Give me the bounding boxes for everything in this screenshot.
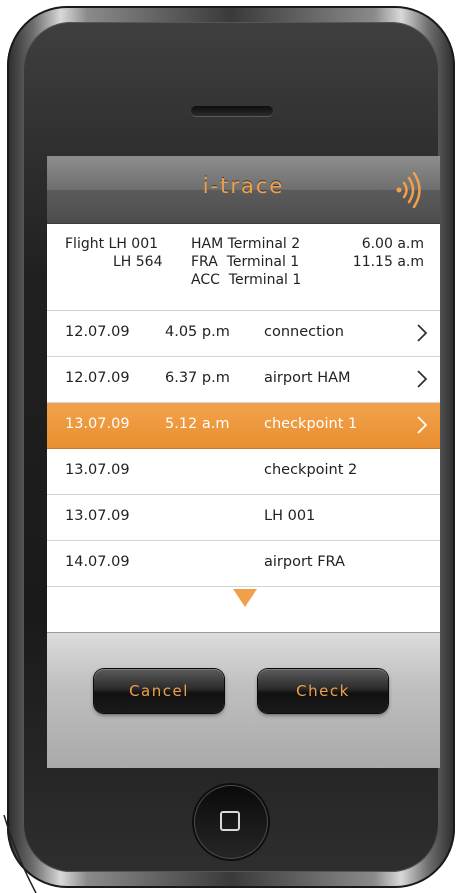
- home-button-icon: [220, 811, 240, 831]
- tracking-row[interactable]: 12.07.09 6.37 p.m airport HAM: [47, 357, 440, 403]
- row-time: 6.37 p.m: [165, 370, 230, 386]
- row-date: 14.07.09: [65, 554, 130, 570]
- home-button[interactable]: [194, 785, 268, 859]
- tracking-row[interactable]: 13.07.09 checkpoint 2: [47, 449, 440, 495]
- app-screen: i-trace Flight LH 001 HAM Terminal 2 6.0…: [47, 156, 440, 768]
- flight-origin: FRA Terminal 1: [191, 254, 300, 270]
- tracking-row-selected[interactable]: 13.07.09 5.12 a.m checkpoint 1: [47, 403, 440, 449]
- tracking-row[interactable]: 13.07.09 LH 001: [47, 495, 440, 541]
- row-date: 12.07.09: [65, 370, 130, 386]
- chevron-right-icon[interactable]: [416, 369, 428, 389]
- flight-info-panel: Flight LH 001 HAM Terminal 2 6.00 a.m LH…: [47, 224, 440, 311]
- check-button[interactable]: Check: [258, 669, 388, 713]
- wireless-signal-icon: [396, 172, 421, 208]
- down-triangle-icon[interactable]: [233, 589, 257, 607]
- tracking-row[interactable]: 12.07.09 4.05 p.m connection: [47, 311, 440, 357]
- flight-time: 6.00 a.m: [361, 236, 424, 252]
- flight-origin: HAM Terminal 2: [191, 236, 301, 252]
- tracking-row[interactable]: 14.07.09 airport FRA: [47, 541, 440, 587]
- row-event: LH 001: [264, 508, 316, 524]
- row-date: 13.07.09: [65, 508, 130, 524]
- cable-line: [3, 815, 37, 893]
- action-bar: Cancel Check: [47, 632, 440, 768]
- cancel-button[interactable]: Cancel: [94, 669, 224, 713]
- flight-number: LH 564: [113, 254, 163, 270]
- flight-origin: ACC Terminal 1: [191, 272, 302, 288]
- row-event: checkpoint 2: [264, 462, 358, 478]
- row-date: 13.07.09: [65, 462, 130, 478]
- flight-time: 11.15 a.m: [352, 254, 424, 270]
- row-event: airport HAM: [264, 370, 351, 386]
- row-date: 13.07.09: [65, 416, 130, 432]
- row-time: 4.05 p.m: [165, 324, 230, 340]
- chevron-right-icon[interactable]: [416, 323, 428, 343]
- row-time: 5.12 a.m: [165, 416, 230, 432]
- title-bar: i-trace: [47, 156, 440, 224]
- row-date: 12.07.09: [65, 324, 130, 340]
- chevron-right-icon[interactable]: [416, 415, 428, 435]
- earpiece-speaker: [191, 106, 273, 116]
- row-event: connection: [264, 324, 344, 340]
- flight-number: Flight LH 001: [65, 236, 159, 252]
- row-event: checkpoint 1: [264, 416, 358, 432]
- app-title: i-trace: [202, 174, 285, 198]
- row-event: airport FRA: [264, 554, 345, 570]
